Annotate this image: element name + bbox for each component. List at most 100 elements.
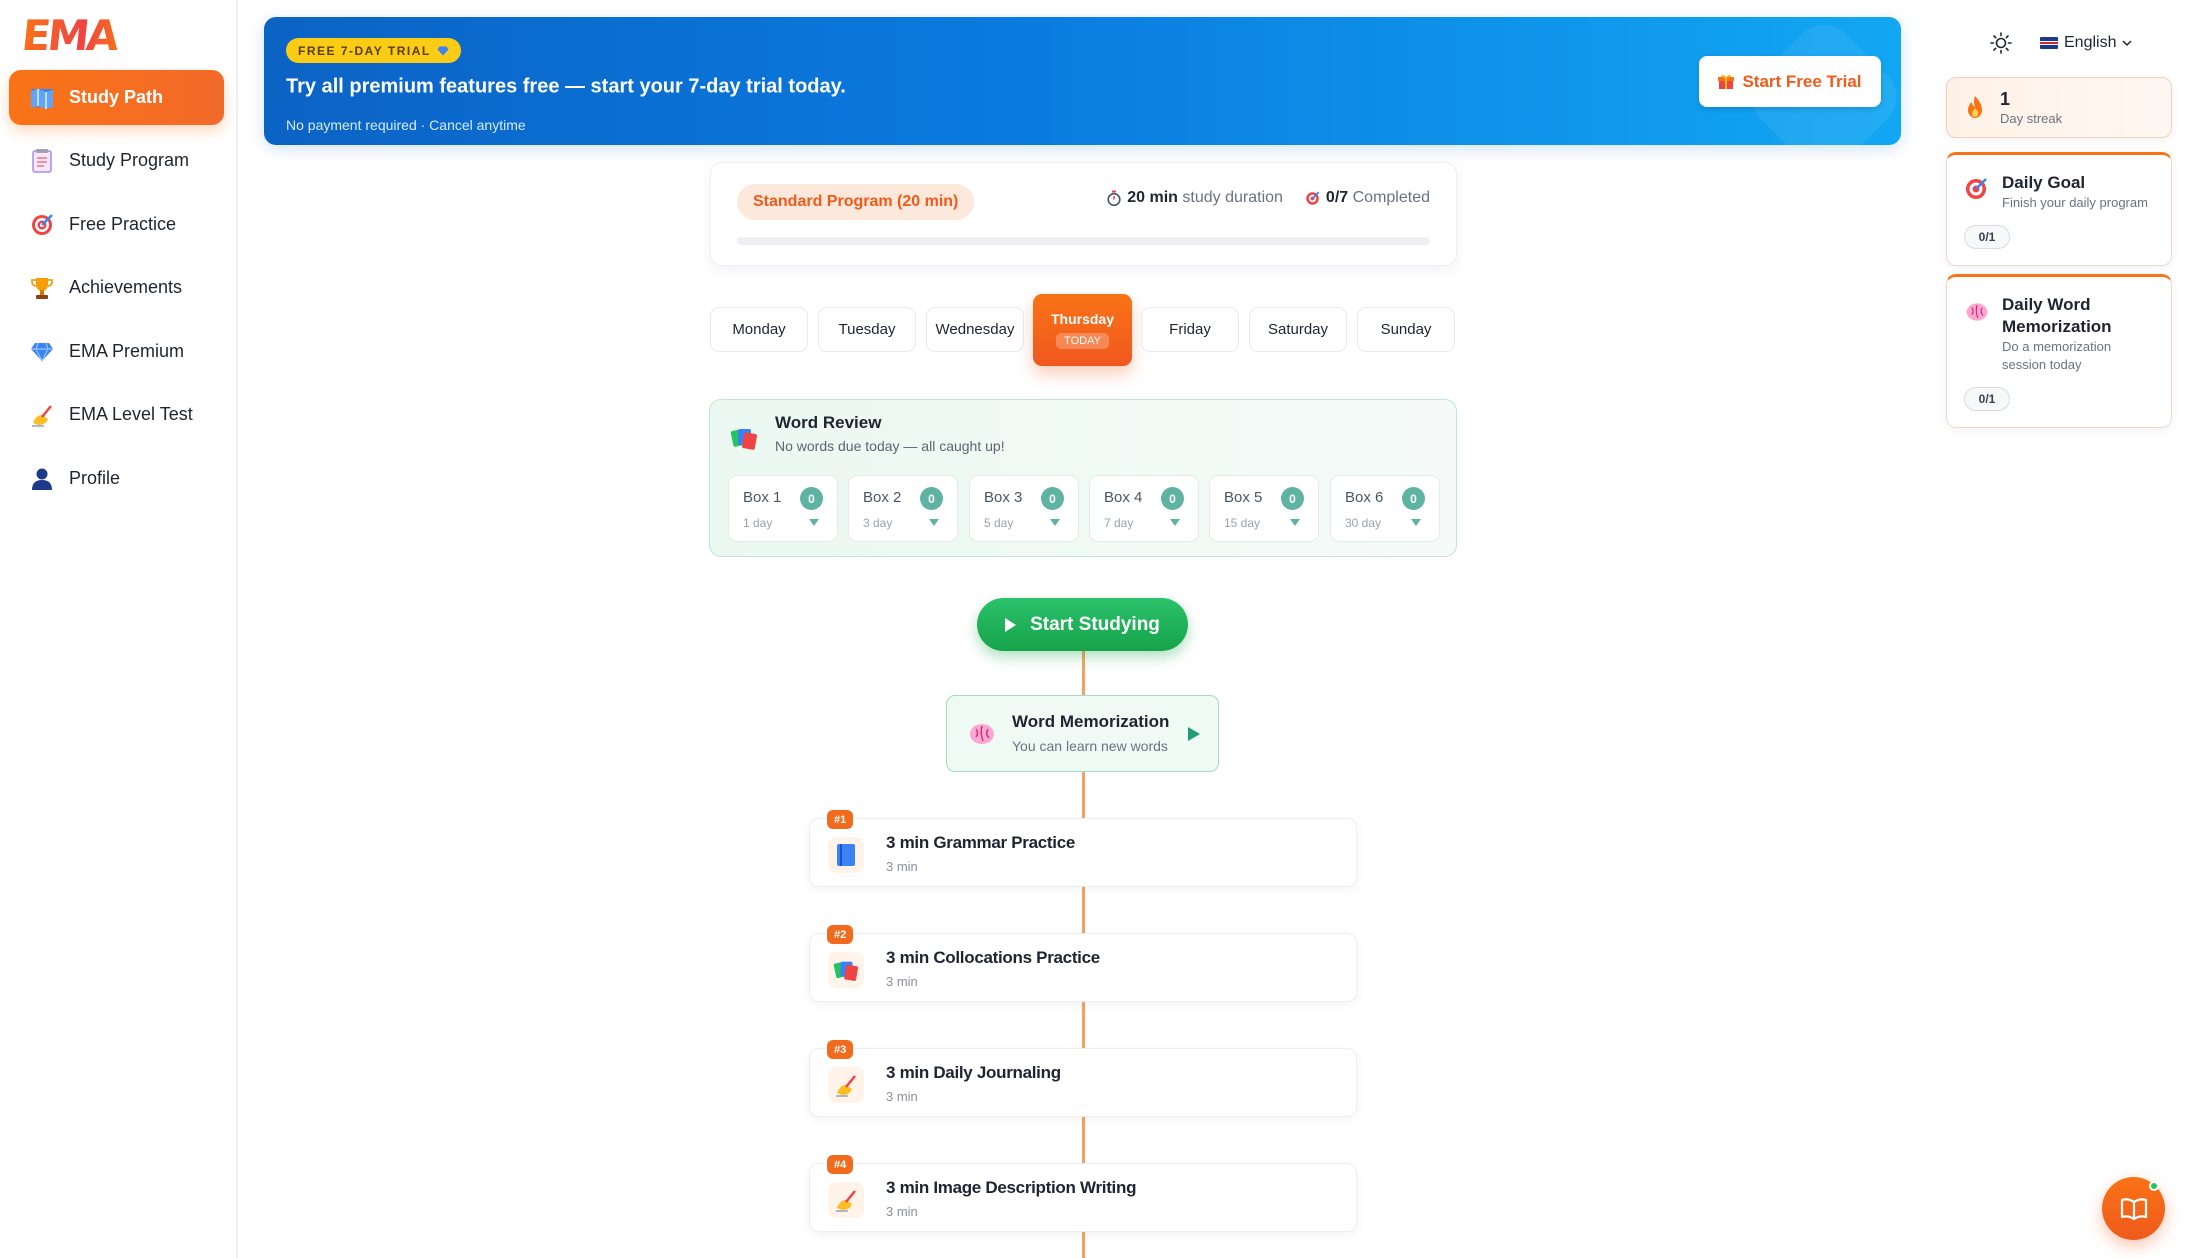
chevron-down-icon — [1290, 519, 1300, 526]
box-count-badge: 0 — [1161, 487, 1184, 510]
daily-memo-subtitle: Do a memorization session today — [2002, 339, 2112, 372]
sidebar-item-study-path[interactable]: Study Path — [9, 70, 224, 125]
ema-logo[interactable]: EMA — [19, 11, 124, 60]
tab-wednesday[interactable]: Wednesday — [926, 307, 1024, 352]
tab-sunday[interactable]: Sunday — [1357, 307, 1455, 352]
review-box-4[interactable]: Box 4 7 day 0 — [1089, 475, 1199, 542]
sidebar-item-profile[interactable]: Profile — [9, 451, 224, 506]
target-icon — [29, 212, 55, 238]
sidebar-item-label: Achievements — [69, 277, 183, 297]
daily-goal-card[interactable]: Daily Goal Finish your daily program 0/1 — [1946, 152, 2172, 266]
review-box-1[interactable]: Box 1 1 day 0 — [728, 475, 838, 542]
tab-label: Saturday — [1267, 321, 1329, 338]
sidebar-item-ema-premium[interactable]: EMA Premium — [9, 324, 224, 379]
review-box-2[interactable]: Box 2 3 day 0 — [848, 475, 958, 542]
box-label: Box 3 — [984, 489, 1023, 506]
program-card: Standard Program (20 min) 20 min study d… — [710, 162, 1457, 266]
tab-monday[interactable]: Monday — [710, 307, 808, 352]
word-memorization-subtitle: You can learn new words — [1012, 738, 1168, 754]
box-interval: 15 day — [1224, 516, 1261, 530]
completed-label: Completed — [1352, 189, 1430, 206]
program-name-chip[interactable]: Standard Program (20 min) — [737, 184, 975, 220]
word-review-title: Word Review — [775, 413, 882, 432]
lesson-title: 3 min Collocations Practice — [886, 948, 1100, 967]
lesson-duration: 3 min — [886, 1204, 918, 1219]
trial-badge: FREE 7-DAY TRIAL — [286, 38, 461, 63]
lesson-title: 3 min Image Description Writing — [886, 1178, 1137, 1197]
lesson-title: 3 min Daily Journaling — [886, 1063, 1061, 1082]
banner-headline: Try all premium features free — start yo… — [286, 75, 846, 98]
daily-memo-count: 0/1 — [1964, 387, 2010, 411]
word-memorization-card[interactable]: Word Memorization You can learn new word… — [946, 695, 1219, 772]
review-box-6[interactable]: Box 6 30 day 0 — [1330, 475, 1440, 542]
chevron-down-icon — [1050, 519, 1060, 526]
banner-subline: No payment required · Cancel anytime — [286, 117, 526, 133]
box-interval: 3 day — [863, 516, 893, 530]
tab-saturday[interactable]: Saturday — [1249, 307, 1347, 352]
word-review-card: Word Review No words due today — all cau… — [709, 399, 1457, 557]
lesson-card-2[interactable]: #2 3 min Collocations Practice 3 min — [809, 925, 1357, 1002]
box-count-badge: 0 — [920, 487, 943, 510]
lesson-number-badge: #2 — [827, 925, 854, 944]
daily-goal-count: 0/1 — [1964, 225, 2010, 249]
sidebar-item-label: EMA Premium — [69, 341, 185, 361]
theme-toggle-button[interactable] — [1986, 28, 2016, 58]
tab-thursday[interactable]: Thursday TODAY — [1033, 294, 1132, 366]
uk-flag-icon — [2040, 37, 2058, 49]
review-box-5[interactable]: Box 5 15 day 0 — [1209, 475, 1319, 542]
start-studying-button[interactable]: Start Studying — [977, 598, 1188, 651]
language-selector[interactable]: English — [2032, 28, 2140, 58]
target-icon — [1305, 191, 1320, 206]
box-interval: 30 day — [1345, 516, 1382, 530]
completed-value: 0/7 — [1325, 189, 1349, 206]
chevron-down-icon — [2122, 39, 2133, 47]
sidebar-item-label: EMA Level Test — [69, 404, 193, 424]
diamond-icon — [437, 46, 449, 56]
language-label: English — [2064, 34, 2117, 51]
duration-label: study duration — [1182, 189, 1283, 206]
tab-tuesday[interactable]: Tuesday — [818, 307, 916, 352]
sidebar-item-study-program[interactable]: Study Program — [9, 133, 224, 188]
sidebar-item-free-practice[interactable]: Free Practice — [9, 197, 224, 252]
box-count-badge: 0 — [800, 487, 823, 510]
sidebar-item-achievements[interactable]: Achievements — [9, 260, 224, 315]
stopwatch-icon — [1107, 190, 1121, 206]
lesson-number-badge: #4 — [827, 1155, 854, 1174]
sidebar-item-label: Study Program — [69, 150, 190, 170]
trial-badge-label: FREE 7-DAY TRIAL — [298, 43, 431, 58]
trophy-icon — [29, 275, 55, 301]
lesson-card-4[interactable]: #4 3 min Image Description Writing 3 min — [809, 1155, 1357, 1232]
play-icon[interactable] — [1188, 727, 1200, 741]
brain-icon — [1964, 299, 1990, 325]
chevron-down-icon — [929, 519, 939, 526]
target-icon — [1964, 177, 1990, 203]
start-studying-label: Start Studying — [1030, 613, 1160, 635]
notification-dot — [2149, 1181, 2159, 1191]
daily-word-memorization-card[interactable]: Daily Word Memorization Do a memorizatio… — [1946, 274, 2172, 428]
sidebar-item-label: Free Practice — [69, 214, 177, 234]
duration-value: 20 min — [1127, 189, 1178, 206]
tab-label: Sunday — [1380, 321, 1432, 338]
lesson-number-badge: #1 — [827, 810, 854, 829]
gift-icon — [1718, 73, 1735, 90]
sidebar-item-ema-level-test[interactable]: EMA Level Test — [9, 387, 224, 442]
box-interval: 5 day — [984, 516, 1014, 530]
tab-label: Tuesday — [838, 321, 896, 338]
lesson-card-1[interactable]: #1 3 min Grammar Practice 3 min — [809, 810, 1357, 887]
daily-goal-title: Daily Goal — [2002, 173, 2086, 192]
start-free-trial-button[interactable]: Start Free Trial — [1699, 56, 1881, 107]
tab-friday[interactable]: Friday — [1141, 307, 1239, 352]
lesson-duration: 3 min — [886, 1089, 918, 1104]
notepad-icon — [29, 148, 55, 174]
sidebar-item-label: Study Path — [69, 87, 164, 107]
lesson-card-3[interactable]: #3 3 min Daily Journaling 3 min — [809, 1040, 1357, 1117]
lesson-title: 3 min Grammar Practice — [886, 833, 1075, 852]
brain-icon — [967, 719, 997, 749]
review-box-3[interactable]: Box 3 5 day 0 — [969, 475, 1079, 542]
cards-icon — [828, 952, 864, 988]
tab-label: Monday — [732, 321, 786, 338]
dictionary-fab-button[interactable] — [2102, 1177, 2165, 1240]
program-duration: 20 min study duration — [1107, 189, 1283, 207]
sun-icon — [1986, 32, 2016, 62]
diamond-icon — [29, 339, 55, 365]
